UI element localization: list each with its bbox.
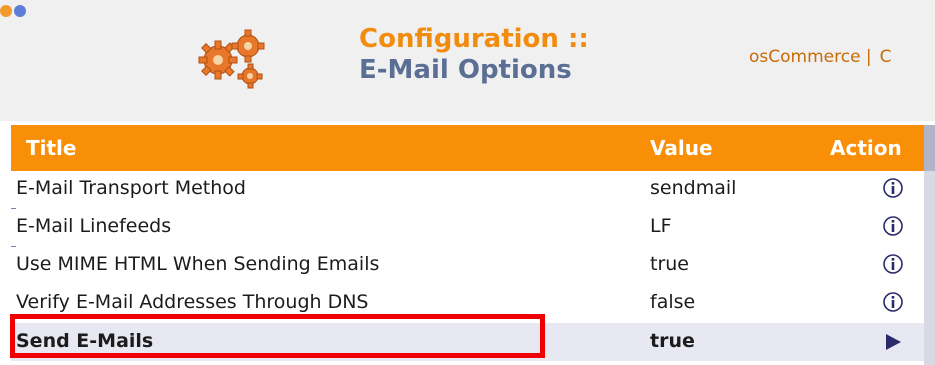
table-row[interactable]: Use MIME HTML When Sending Emails true [11, 247, 924, 284]
orange-dot-icon [0, 5, 12, 17]
row-value: true [650, 330, 695, 352]
row-value: LF [650, 215, 672, 237]
page-header: Configuration :: E-Mail Options osCommer… [0, 0, 935, 121]
top-links: osCommerce | C [749, 47, 892, 67]
row-title: Verify E-Mail Addresses Through DNS [16, 291, 369, 313]
window-dots [0, 0, 60, 20]
row-value: false [650, 291, 696, 313]
table-header-row: Title Value Action [11, 125, 924, 171]
info-icon[interactable] [880, 289, 906, 315]
table-row[interactable]: E-Mail Transport Method sendmail [11, 171, 924, 208]
column-header-value[interactable]: Value [650, 135, 713, 161]
row-title: Use MIME HTML When Sending Emails [16, 253, 380, 275]
column-header-title[interactable]: Title [26, 135, 76, 161]
table-row[interactable]: E-Mail Linefeeds LF [11, 209, 924, 246]
info-icon[interactable] [880, 213, 906, 239]
blue-dot-icon [14, 5, 26, 17]
table-row-selected[interactable]: Send E-Mails true [11, 323, 924, 361]
info-icon[interactable] [880, 175, 906, 201]
row-title: Send E-Mails [16, 330, 154, 352]
row-title: E-Mail Transport Method [16, 177, 246, 199]
row-title: E-Mail Linefeeds [16, 215, 172, 237]
page-title-section: Configuration :: [359, 24, 589, 54]
arrow-right-icon[interactable] [880, 329, 906, 355]
row-value: true [650, 253, 689, 275]
page-title: Configuration :: E-Mail Options [359, 24, 589, 86]
scrollbar-top [924, 125, 935, 171]
row-value: sendmail [650, 177, 737, 199]
column-header-action: Action [830, 136, 902, 160]
scrollbar-track[interactable] [924, 171, 935, 365]
oscommerce-link[interactable]: osCommerce | [749, 47, 872, 67]
gears-icon [198, 29, 265, 89]
info-icon[interactable] [880, 251, 906, 277]
table-row[interactable]: Verify E-Mail Addresses Through DNS fals… [11, 285, 924, 322]
page: Configuration :: E-Mail Options osCommer… [0, 0, 935, 365]
page-title-subsection: E-Mail Options [359, 55, 572, 85]
next-link-partial[interactable]: C [872, 47, 892, 67]
